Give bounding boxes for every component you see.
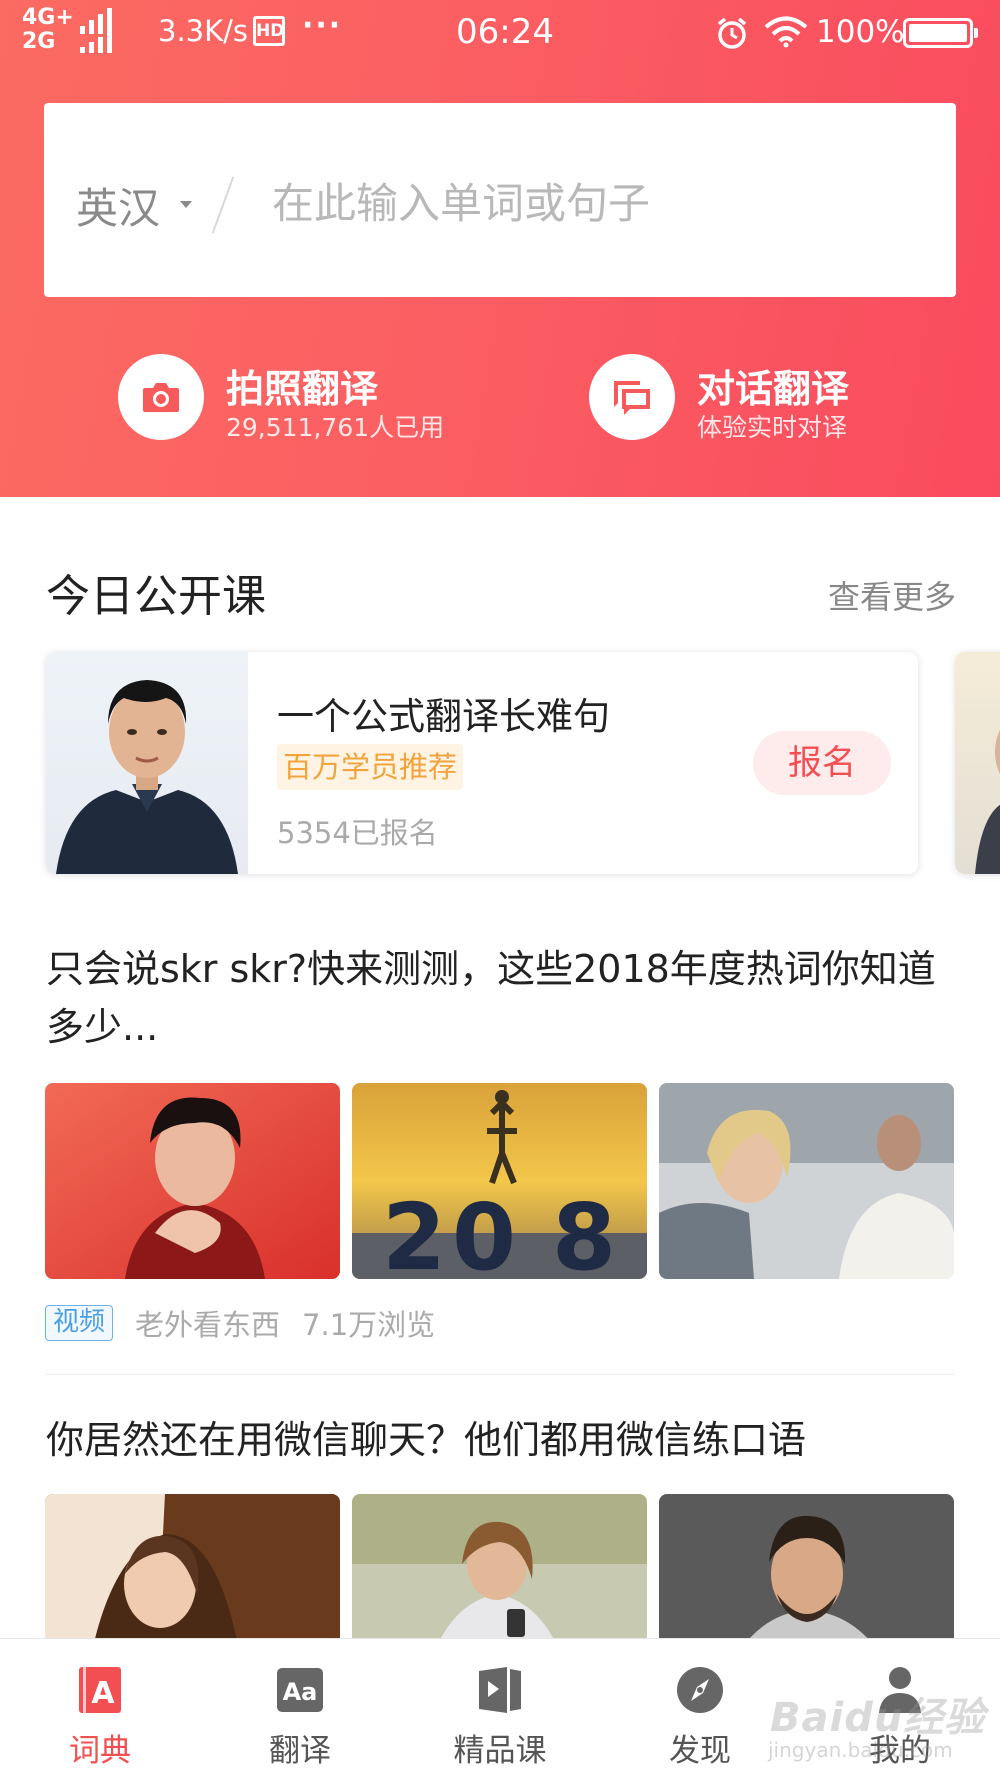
course-play-icon [479, 1667, 521, 1713]
article-views: 7.1万浏览 [302, 1308, 436, 1342]
svg-text:A: A [91, 1676, 115, 1711]
alarm-icon [717, 17, 747, 49]
teacher-photo [46, 652, 248, 874]
watermark-url: jingyan.baidu.com [768, 1738, 953, 1762]
watermark-logo: Baidu经验 [770, 1695, 986, 1741]
enrolled-count: 5354已报名 [277, 816, 438, 850]
photo-translate-title: 拍照翻译 [226, 367, 379, 411]
article-meta: 视频 老外看东西 7.1万浏览 [45, 1303, 435, 1343]
view-more-link[interactable]: 查看更多 [828, 572, 956, 618]
thumbnail-image[interactable] [659, 1083, 954, 1279]
translate-aa-icon: Aa [277, 1668, 323, 1712]
enroll-button[interactable]: 报名 [753, 731, 891, 795]
network-bottom-label: 2G [22, 29, 56, 54]
more-dots-icon: ··· [302, 8, 343, 43]
caret-down-icon[interactable] [180, 201, 192, 208]
thumbnail-image[interactable] [45, 1083, 340, 1279]
course-title: 一个公式翻译长难句 [277, 695, 610, 738]
tab-label: 词典 [69, 1733, 131, 1769]
chat-translate-button[interactable]: 对话翻译 体验实时对译 [589, 352, 949, 452]
photo-translate-circle [118, 354, 204, 440]
next-course-card-peek[interactable] [955, 652, 1000, 874]
recommend-badge: 百万学员推荐 [277, 744, 464, 790]
video-tag: 视频 [45, 1305, 114, 1341]
dictionary-icon: A [79, 1667, 121, 1713]
tab-translate[interactable]: Aa 翻译 [200, 1639, 400, 1778]
header: 4G+ 2G 3.3K/s HD ··· 06:24 100% 英汉 在此输入单… [0, 0, 1000, 497]
chat-translate-circle [589, 354, 675, 440]
clock: 06:24 [456, 12, 554, 52]
tab-courses[interactable]: 精品课 [400, 1639, 600, 1778]
network-top-label: 4G+ [22, 5, 74, 30]
language-selector[interactable]: 英汉 [76, 175, 160, 236]
network-speed: 3.3K/s [158, 14, 249, 48]
divider [45, 1374, 955, 1375]
network-type: 4G+ 2G [22, 6, 74, 54]
section-title-open-class: 今日公开课 [46, 571, 266, 622]
chat-translate-title: 对话翻译 [697, 367, 850, 411]
signal-icon [80, 8, 112, 34]
article-title[interactable]: 只会说skr skr?快来测测，这些2018年度热词你知道多少... [46, 940, 946, 1056]
article-source: 老外看东西 [135, 1308, 281, 1342]
search-input[interactable] [272, 171, 912, 235]
article-thumbnails[interactable]: 2 0 8 [45, 1083, 955, 1279]
course-card[interactable]: 一个公式翻译长难句 百万学员推荐 5354已报名 报名 [46, 652, 918, 874]
thumb-digit: 2 [382, 1184, 446, 1279]
thumbnail-image[interactable]: 2 0 8 [352, 1083, 647, 1279]
hd-icon: HD [253, 16, 285, 46]
search-box[interactable]: 英汉 [44, 103, 956, 297]
article-title[interactable]: 你居然还在用微信聊天？他们都用微信练口语 [46, 1411, 946, 1469]
photo-translate-subtitle: 29,511,761人已用 [226, 413, 445, 442]
battery-icon [903, 18, 978, 48]
camera-icon [143, 383, 179, 412]
chat-translate-subtitle: 体验实时对译 [697, 413, 848, 442]
wifi-icon [764, 16, 808, 48]
photo-translate-button[interactable]: 拍照翻译 29,511,761人已用 [118, 352, 478, 452]
tab-label: 翻译 [269, 1733, 331, 1769]
signal-icon-2 [80, 32, 112, 53]
status-bar: 4G+ 2G 3.3K/s HD ··· 06:24 100% [0, 0, 1000, 64]
thumb-digit: 8 [552, 1184, 616, 1279]
tab-dictionary[interactable]: A 词典 [0, 1639, 200, 1778]
tab-label: 精品课 [453, 1733, 547, 1769]
battery-percent: 100% [816, 14, 905, 50]
chat-bubbles-icon [614, 381, 650, 415]
thumb-digit: 0 [452, 1184, 516, 1279]
compass-icon [677, 1667, 723, 1713]
svg-text:Aa: Aa [283, 1678, 318, 1706]
search-divider [211, 176, 235, 234]
